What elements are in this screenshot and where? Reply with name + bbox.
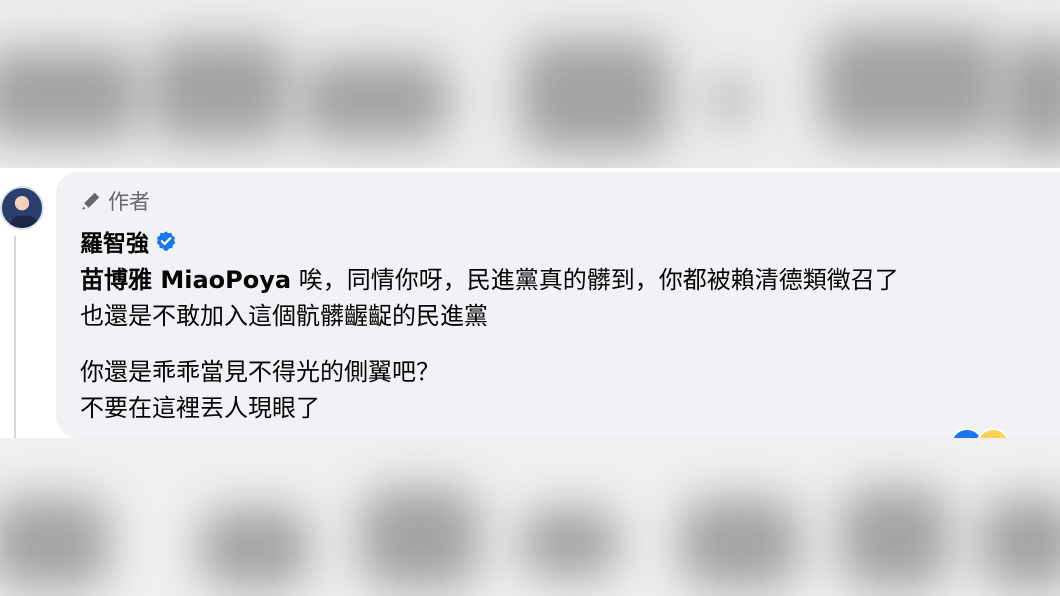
blurred-header-region: [0, 0, 1060, 168]
author-badge-label: 作者: [108, 190, 150, 214]
comment-bubble: 作者 羅智強 苗博雅 MiaoPoya 唉，同情你呀，民進黨真的髒到，你都被賴清…: [56, 172, 1060, 438]
comment-text-line: 你還是乖乖當見不得光的側翼吧？: [80, 358, 440, 386]
blurred-footer-region: [0, 438, 1060, 596]
comment: 作者 羅智強 苗博雅 MiaoPoya 唉，同情你呀，民進黨真的髒到，你都被賴清…: [0, 168, 1060, 438]
comment-text-line: 不要在這裡丟人現眼了: [80, 394, 320, 422]
verified-badge-icon: [156, 231, 176, 251]
reply-thread-line: [14, 236, 16, 438]
avatar[interactable]: [0, 186, 44, 230]
commenter-name[interactable]: 羅智強: [80, 224, 149, 258]
author-badge: 作者: [80, 186, 150, 216]
comment-text: 唉，同情你呀，民進黨真的髒到，你都被賴清德類徵召了: [291, 266, 899, 294]
pen-icon: [82, 192, 100, 210]
mention-link[interactable]: 苗博雅 MiaoPoya: [80, 266, 291, 294]
comment-text-line: 也還是不敢加入這個骯髒齷齪的民進黨: [80, 302, 488, 330]
comment-text-line: 苗博雅 MiaoPoya 唉，同情你呀，民進黨真的髒到，你都被賴清德類徵召了: [80, 262, 899, 298]
